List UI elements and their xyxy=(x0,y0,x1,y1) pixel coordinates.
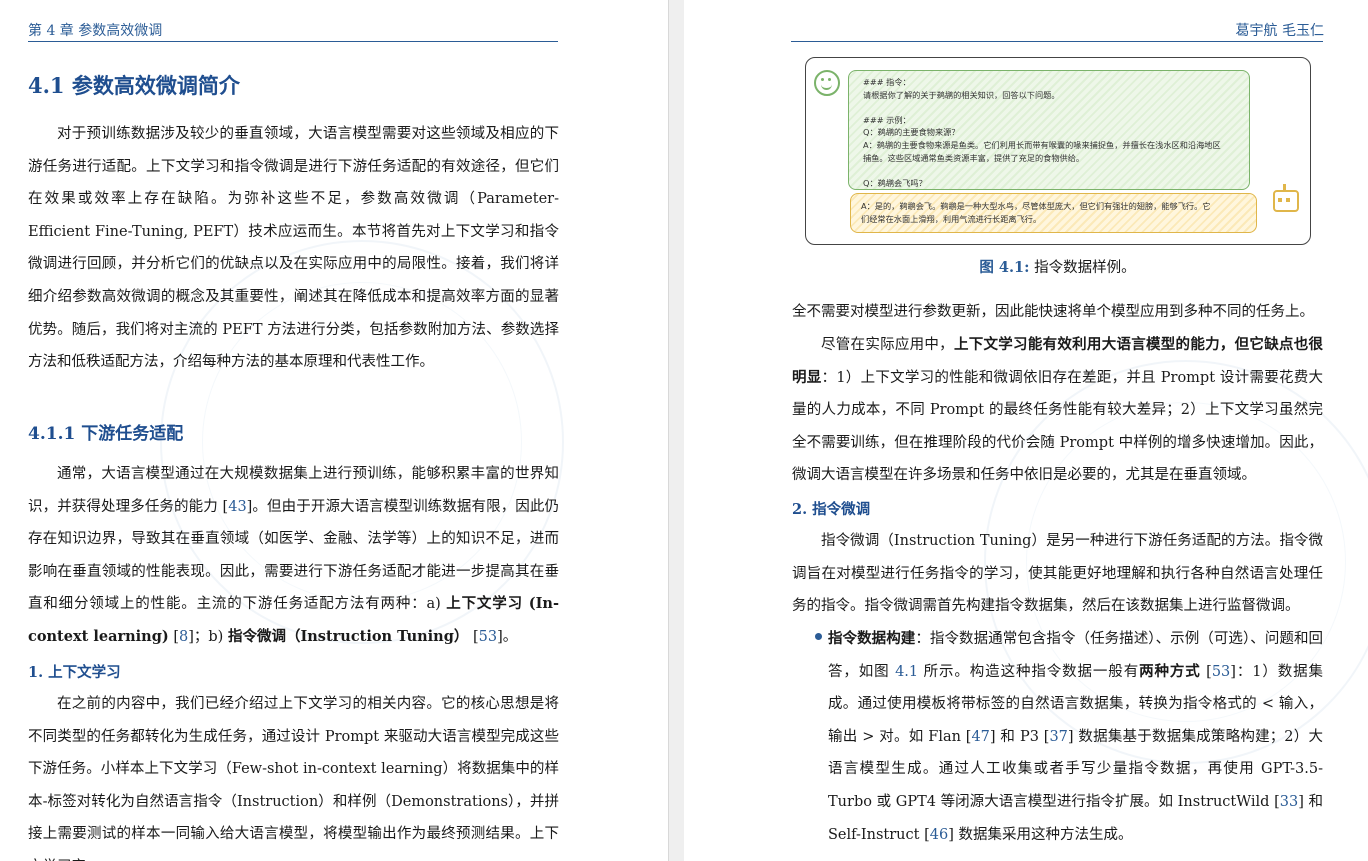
caption-text: 指令数据样例。 xyxy=(1029,260,1136,276)
icl-paragraph: 在之前的内容中，我们已经介绍过上下文学习的相关内容。它的核心思想是将不同类型的任… xyxy=(28,688,559,861)
citation-link[interactable]: 47 xyxy=(971,729,989,745)
text-run: ]；b) xyxy=(188,628,228,645)
paragraph-title: 1. 上下文学习 xyxy=(28,664,121,681)
paragraph-title: 2. 指令微调 xyxy=(792,501,871,518)
left-page: 第 4 章 参数高效微调 4.1 参数高效微调简介 对于预训练数据涉及较少的垂直… xyxy=(0,0,668,861)
figure-text-line: 捕鱼。这些区域通常鱼类资源丰富，提供了充足的食物供给。 xyxy=(863,152,1085,163)
downstream-paragraph: 通常，大语言模型通过在大规模数据集上进行预训练，能够积累丰富的世界知识，并获得处… xyxy=(28,458,559,654)
mouth xyxy=(821,82,832,90)
eye xyxy=(828,78,831,81)
header-rule xyxy=(28,41,558,42)
intro-text: 对于预训练数据涉及较少的垂直领域，大语言模型需要对这些领域及相应的下游任务进行适… xyxy=(28,126,559,371)
figure-text-line xyxy=(863,101,1221,114)
figure-text-line: 们经常在水面上滑翔，利用气流进行长距离飞行。 xyxy=(861,213,1042,224)
bold-term: 指令数据构建 xyxy=(828,630,916,647)
text-run: 所示。构造这种指令数据一般有 xyxy=(918,663,1140,680)
limitations-paragraph: 尽管在实际应用中，上下文学习能有效利用大语言模型的能力，但它缺点也很明显：1）上… xyxy=(792,329,1323,492)
text-run: 尽管在实际应用中， xyxy=(821,337,954,353)
bold-term: 两种方式 xyxy=(1139,662,1201,680)
text-run: ] 和 P3 [ xyxy=(989,728,1050,745)
instruction-tuning-paragraph: 指令微调（Instruction Tuning）是另一种进行下游任务适配的方法。… xyxy=(792,525,1323,623)
text-run: ：1）上下文学习的性能和微调依旧存在差距，并且 Prompt 设计需要花费大量的… xyxy=(792,369,1324,484)
robot-icon xyxy=(1273,184,1299,212)
eye xyxy=(821,78,824,81)
eye xyxy=(1286,198,1290,202)
answer-bubble: A：是的，鹈鹕会飞。鹈鹕是一种大型水鸟，尽管体型庞大，但它们有强壮的翅膀，能够飞… xyxy=(850,193,1257,233)
header-rule xyxy=(791,41,1323,42)
figure-instruction-example: ### 指令： 请根据你了解的关于鹈鹕的相关知识，回答以下问题。 ### 示例： Q… xyxy=(805,57,1311,245)
caption-label: 图 4.1: xyxy=(979,259,1030,276)
bold-term: 指令微调（Instruction Tuning） xyxy=(227,627,469,645)
figure-text-line: A：是的，鹈鹕会飞。鹈鹕是一种大型水鸟，尽管体型庞大，但它们有强壮的翅膀，能够飞… xyxy=(861,201,1211,211)
intro-paragraph: 对于预训练数据涉及较少的垂直领域，大语言模型需要对这些领域及相应的下游任务进行适… xyxy=(28,118,559,379)
section-title: 4.1 参数高效微调简介 xyxy=(28,73,240,98)
text-run: [ xyxy=(168,628,179,645)
bullet-item: 指令数据构建：指令数据通常包含指令（任务描述）、示例（可选）、问题和回答，如图 … xyxy=(828,623,1323,851)
text-run: 在之前的内容中，我们已经介绍过上下文学习的相关内容。它的核心思想是将不同类型的任… xyxy=(28,696,559,861)
question-text: ### 指令： 请根据你了解的关于鹈鹕的相关知识，回答以下问题。 ### 示例： Q… xyxy=(863,76,1221,189)
figure-caption: 图 4.1: 指令数据样例。 xyxy=(792,256,1323,277)
figure-text-line: ### 指令： xyxy=(863,77,911,87)
figure-text-line: ### 示例： xyxy=(863,114,911,125)
answer-text: A：是的，鹈鹕会飞。鹈鹕是一种大型水鸟，尽管体型庞大，但它们有强壮的翅膀，能够飞… xyxy=(861,200,1210,225)
question-bubble: ### 指令： 请根据你了解的关于鹈鹕的相关知识，回答以下问题。 ### 示例： Q… xyxy=(848,70,1250,190)
citation-link[interactable]: 8 xyxy=(179,629,188,645)
figure-text-line: A：鹈鹕的主要食物来源是鱼类。它们利用长而带有喉囊的喙来捕捉鱼，并擅长在浅水区和… xyxy=(863,139,1221,150)
figure-text-line: 请根据你了解的关于鹈鹕的相关知识，回答以下问题。 xyxy=(863,89,1060,100)
figure-text-line xyxy=(863,164,1221,177)
citation-link[interactable]: 33 xyxy=(1280,794,1298,810)
figure-ref-link[interactable]: 4.1 xyxy=(895,664,918,680)
subsection-title: 4.1.1 下游任务适配 xyxy=(28,424,184,444)
eye xyxy=(1278,198,1282,202)
running-head-chapter: 第 4 章 参数高效微调 xyxy=(28,23,163,39)
figure-text-line: Q：鹈鹕的主要食物来源？ xyxy=(863,127,960,138)
smiley-face-icon xyxy=(814,70,840,96)
right-page: 葛宇航 毛玉仁 ### 指令： 请根据你了解的关于鹈鹕的相关知识，回答以下问题。 … xyxy=(684,0,1368,861)
citation-link[interactable]: 53 xyxy=(1212,664,1230,680)
citation-link[interactable]: 46 xyxy=(930,827,948,843)
bullet-icon xyxy=(815,633,822,640)
citation-link[interactable]: 53 xyxy=(479,629,497,645)
text-run: [ xyxy=(1200,663,1212,680)
text-run: ]。 xyxy=(497,628,518,645)
text-run: ] 数据集采用这种方法生成。 xyxy=(948,826,1133,843)
text-run: 全不需要对模型进行参数更新，因此能快速将单个模型应用到多种不同的任务上。 xyxy=(792,304,1314,320)
citation-link[interactable]: 43 xyxy=(228,499,246,515)
continued-paragraph: 全不需要对模型进行参数更新，因此能快速将单个模型应用到多种不同的任务上。 xyxy=(792,296,1323,329)
figure-text-line: Q：鹈鹕会飞吗？ xyxy=(863,177,927,188)
text-run: [ xyxy=(468,628,479,645)
citation-link[interactable]: 37 xyxy=(1049,729,1067,745)
text-run: 指令微调（Instruction Tuning）是另一种进行下游任务适配的方法。… xyxy=(792,533,1323,615)
running-head-authors: 葛宇航 毛玉仁 xyxy=(1235,23,1324,39)
